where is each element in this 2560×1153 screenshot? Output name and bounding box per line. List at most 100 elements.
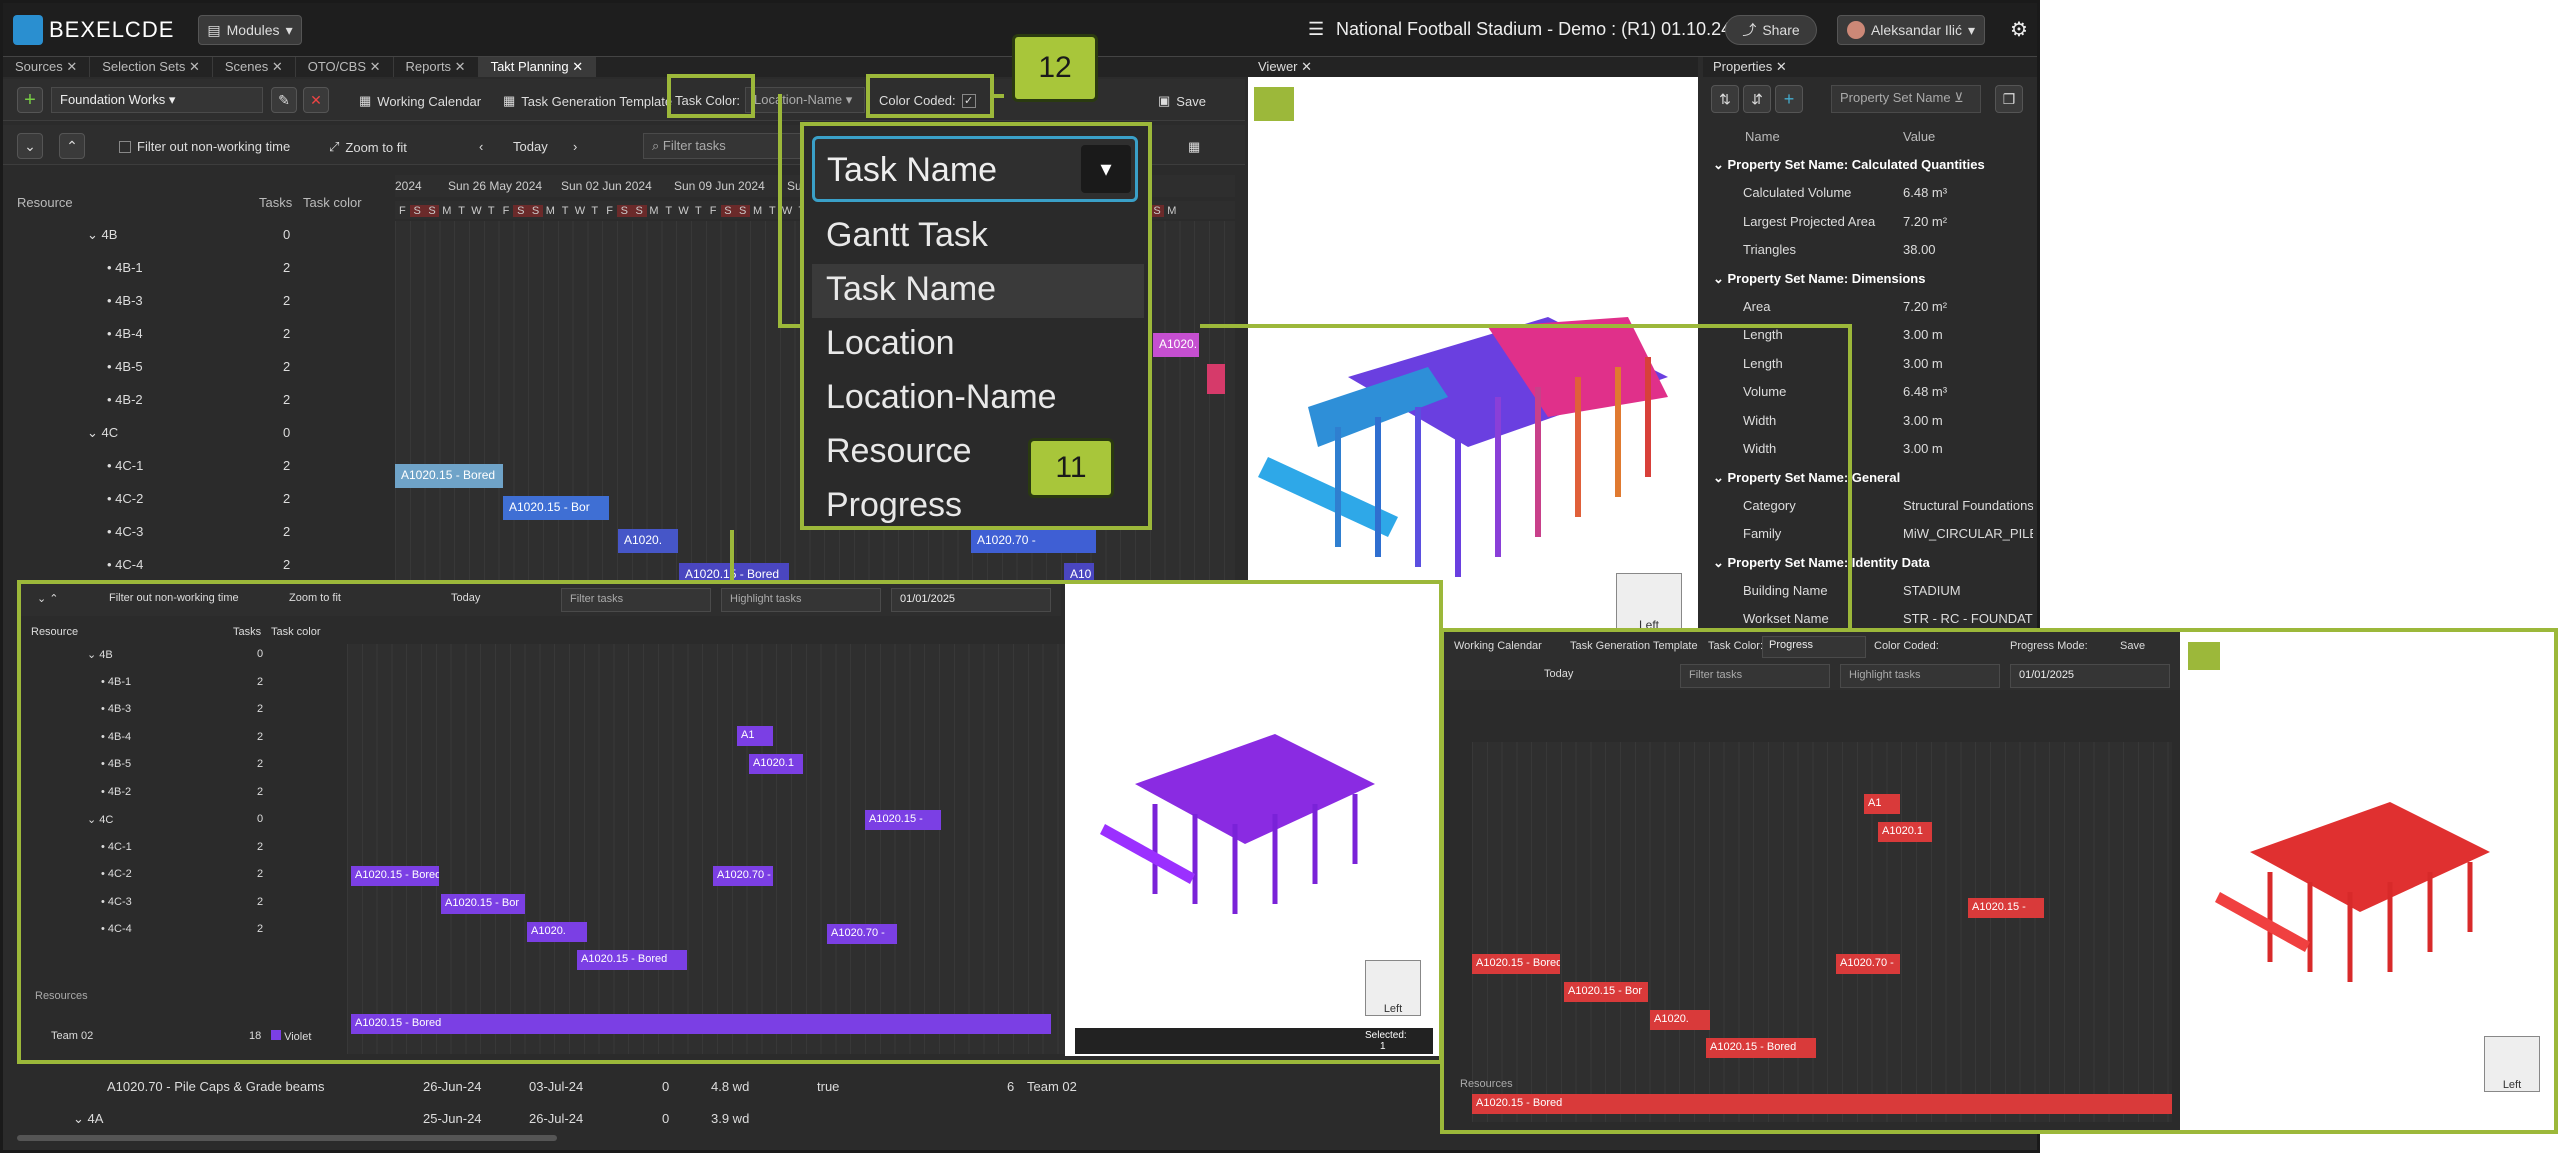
- add-icon[interactable]: +: [1775, 85, 1803, 113]
- highlight-tasks-input[interactable]: Highlight tasks: [1840, 664, 2000, 688]
- resource-row[interactable]: • 4B-2: [107, 392, 143, 407]
- tab-selection-sets[interactable]: Selection Sets ✕: [90, 57, 213, 77]
- resource-row[interactable]: • 4B-5: [107, 359, 143, 374]
- collapse-all-icon[interactable]: ⌄ ⌃: [37, 592, 59, 605]
- user-menu[interactable]: Aleksandar Ilić ▾: [1837, 15, 1985, 45]
- gantt-bar[interactable]: A1020.15 - Bored: [1706, 1038, 1816, 1058]
- save-button[interactable]: Save: [2120, 640, 2145, 652]
- filter-nonworking-toggle[interactable]: Filter out non-working time: [109, 592, 239, 604]
- resource-row[interactable]: • 4B-5: [101, 758, 131, 770]
- resource-row[interactable]: • 4B-1: [101, 676, 131, 688]
- resource-row[interactable]: ⌄ 4C: [87, 425, 118, 441]
- tab-scenes[interactable]: Scenes ✕: [213, 57, 296, 77]
- today-button[interactable]: Today: [1544, 668, 1573, 680]
- gantt-bar[interactable]: A1020.15 - Bored: [1472, 954, 1560, 974]
- gantt-bar[interactable]: A1020.1: [1878, 822, 1932, 842]
- scrollbar[interactable]: [17, 1135, 557, 1141]
- sort-icon[interactable]: ⇵: [1743, 85, 1771, 113]
- zoom-to-fit-button[interactable]: Zoom to fit: [289, 592, 341, 604]
- chevron-down-icon[interactable]: ▾: [1081, 145, 1131, 193]
- gantt-bar[interactable]: A1020.15 -: [1968, 898, 2044, 918]
- edit-icon[interactable]: ✎: [271, 87, 297, 113]
- resource-row[interactable]: ⌄ 4B: [87, 648, 113, 661]
- gear-icon[interactable]: ⚙: [2010, 17, 2028, 42]
- resource-row[interactable]: • 4B-1: [107, 260, 143, 275]
- resource-row[interactable]: • 4B-4: [101, 731, 131, 743]
- working-calendar-button[interactable]: ▦ Working Calendar: [359, 93, 481, 109]
- resource-row[interactable]: • 4B-3: [107, 293, 143, 308]
- dropdown-option-task-name[interactable]: Task Name: [812, 264, 1144, 318]
- zoom-to-fit-button[interactable]: ⤢ Zoom to fit: [329, 139, 407, 155]
- gantt-bar[interactable]: A1020.15 - Bored: [351, 1014, 1051, 1034]
- date-input[interactable]: 01/01/2025: [2010, 664, 2170, 688]
- sort-icon[interactable]: ⇅: [1711, 85, 1739, 113]
- today-button[interactable]: Today: [451, 592, 480, 604]
- gantt-bar[interactable]: A1020.15 - Bored: [577, 950, 687, 970]
- dropdown-option-location-name[interactable]: Location-Name: [812, 372, 1144, 426]
- inset-viewer[interactable]: Left Selected: 1: [1065, 584, 1439, 1056]
- gantt-bar[interactable]: A1020.15 - Bored: [395, 464, 503, 488]
- 3d-model[interactable]: [1248, 257, 1698, 617]
- foundation-select[interactable]: Foundation Works ▾: [51, 87, 263, 113]
- collapse-all-icon[interactable]: ⌄: [17, 133, 43, 159]
- gantt-bar[interactable]: A1: [1864, 794, 1900, 814]
- resource-row[interactable]: • 4B-3: [101, 703, 131, 715]
- task-template-button[interactable]: ▦ Task Generation Template: [503, 93, 672, 109]
- next-icon[interactable]: ›: [573, 139, 577, 154]
- date-input[interactable]: 01/01/2025: [891, 588, 1051, 612]
- property-section-header[interactable]: ⌄ Property Set Name: General: [1713, 470, 1900, 486]
- resource-row[interactable]: • 4C-2: [107, 491, 143, 506]
- 3d-model[interactable]: [1095, 704, 1395, 924]
- tab-takt-planning[interactable]: Takt Planning ✕: [478, 57, 597, 77]
- gantt-bar[interactable]: A1020.15 -: [865, 810, 941, 830]
- view-cube[interactable]: Left: [2484, 1036, 2540, 1092]
- filter-tasks-input[interactable]: Filter tasks: [561, 588, 711, 612]
- gantt-bar[interactable]: A1020.15 - Bored: [1472, 1094, 2172, 1114]
- prev-icon[interactable]: ‹: [479, 139, 483, 154]
- gantt-bar[interactable]: A1020.70 -: [827, 924, 897, 944]
- tab-sources[interactable]: Sources ✕: [3, 57, 91, 77]
- resource-row[interactable]: • 4C-4: [101, 923, 132, 935]
- today-button[interactable]: Today: [513, 139, 548, 154]
- resource-row[interactable]: • 4C-3: [107, 524, 143, 539]
- resource-row[interactable]: • 4C-3: [101, 896, 132, 908]
- gantt-bar[interactable]: A1020.15 - Bored: [351, 866, 439, 886]
- property-section-header[interactable]: ⌄ Property Set Name: Identity Data: [1713, 555, 1930, 571]
- gantt-bar[interactable]: A1020.70 -: [1836, 954, 1900, 974]
- calendar-icon[interactable]: ▦: [1188, 139, 1200, 155]
- task-template-button[interactable]: Task Generation Template: [1570, 640, 1698, 652]
- add-icon[interactable]: +: [17, 87, 43, 113]
- gantt-bar[interactable]: A1020.: [618, 529, 678, 553]
- view-cube[interactable]: Left: [1616, 573, 1682, 633]
- menu-icon[interactable]: ☰: [1308, 19, 1324, 40]
- delete-icon[interactable]: ✕: [303, 87, 329, 113]
- 3d-model[interactable]: [2210, 772, 2510, 992]
- resource-row[interactable]: • 4C-1: [107, 458, 143, 473]
- highlight-tasks-input[interactable]: Highlight tasks: [721, 588, 881, 612]
- tab-oto-cbs[interactable]: OTO/CBS ✕: [296, 57, 394, 77]
- resource-row[interactable]: • 4C-4: [107, 557, 143, 572]
- resource-row[interactable]: • 4B-4: [107, 326, 143, 341]
- filter-tasks-input[interactable]: Filter tasks: [1680, 664, 1830, 688]
- filter-nonworking-toggle[interactable]: Filter out non-working time: [119, 139, 290, 154]
- tab-reports[interactable]: Reports ✕: [394, 57, 479, 77]
- gantt-bar[interactable]: A1020.: [1650, 1010, 1710, 1030]
- modules-button[interactable]: ▤ Modules ▾: [198, 15, 302, 45]
- property-section-header[interactable]: ⌄ Property Set Name: Dimensions: [1713, 271, 1925, 287]
- expand-all-icon[interactable]: ⌃: [59, 133, 85, 159]
- property-search-input[interactable]: Property Set Name ⊻: [1831, 85, 1981, 113]
- resource-row[interactable]: • 4C-2: [101, 868, 132, 880]
- gantt-bar[interactable]: [1207, 364, 1225, 394]
- save-button[interactable]: ▣ Save: [1158, 93, 1206, 109]
- inset-viewer[interactable]: Left: [2180, 632, 2554, 1130]
- gantt-bar[interactable]: A1020.1: [749, 754, 803, 774]
- resource-row[interactable]: • 4C-1: [101, 841, 132, 853]
- resource-row[interactable]: ⌄ 4B: [87, 227, 117, 243]
- gantt-bar[interactable]: A1020.: [527, 922, 587, 942]
- gantt-bar[interactable]: A1020.15 - Bor: [441, 894, 525, 914]
- resource-row[interactable]: ⌄ 4C: [87, 813, 113, 826]
- dropdown-option-location[interactable]: Location: [812, 318, 1144, 372]
- working-calendar-button[interactable]: Working Calendar: [1454, 640, 1542, 652]
- gantt-bar[interactable]: A1: [737, 726, 773, 746]
- gantt-bar[interactable]: A1020.: [1153, 333, 1199, 357]
